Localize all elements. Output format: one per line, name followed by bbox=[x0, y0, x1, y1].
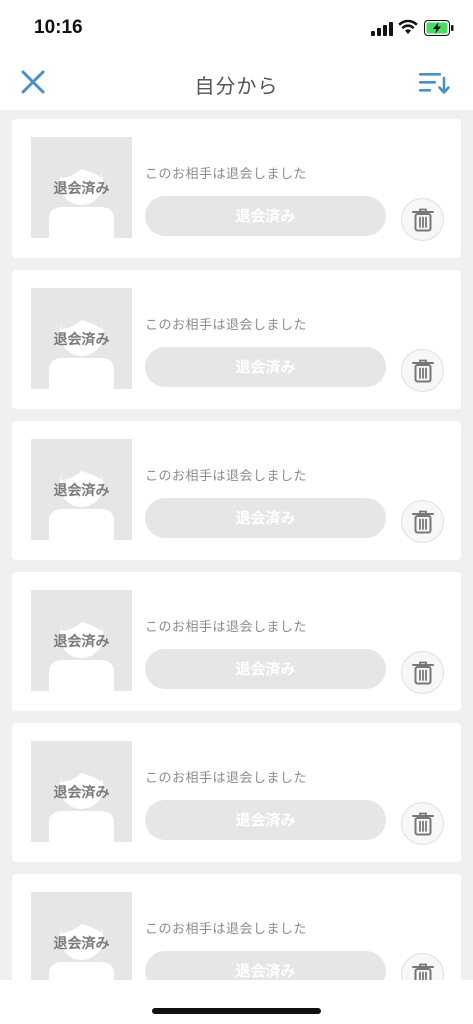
avatar: 退会済み bbox=[31, 590, 132, 691]
home-indicator-area bbox=[0, 980, 473, 1024]
list-item[interactable]: 退会済み このお相手は退会しました 退会済み bbox=[12, 572, 461, 711]
page-title: 自分から bbox=[194, 74, 279, 98]
avatar: 退会済み bbox=[31, 288, 132, 389]
delete-button[interactable] bbox=[401, 953, 444, 980]
withdrawn-button[interactable]: 退会済み bbox=[145, 196, 386, 236]
avatar: 退会済み bbox=[31, 892, 132, 980]
avatar-label: 退会済み bbox=[53, 483, 110, 499]
wifi-icon bbox=[398, 19, 418, 39]
avatar: 退会済み bbox=[31, 439, 132, 540]
partner-list[interactable]: 退会済み このお相手は退会しました 退会済み 退会済み このお相手は退会しました… bbox=[0, 110, 473, 980]
signal-bars-icon bbox=[371, 21, 393, 40]
avatar-label: 退会済み bbox=[53, 785, 110, 801]
delete-button[interactable] bbox=[401, 651, 444, 694]
avatar-label: 退会済み bbox=[53, 936, 110, 952]
withdrawn-button[interactable]: 退会済み bbox=[145, 800, 386, 840]
home-indicator[interactable] bbox=[152, 1008, 321, 1014]
withdrawn-message: このお相手は退会しました bbox=[145, 469, 308, 484]
avatar-label: 退会済み bbox=[53, 181, 110, 197]
delete-button[interactable] bbox=[401, 802, 444, 845]
withdrawn-button[interactable]: 退会済み bbox=[145, 951, 386, 980]
avatar: 退会済み bbox=[31, 741, 132, 842]
trash-icon bbox=[412, 510, 434, 534]
screen: 10:16 自分から 退会済み このお相手は退会しました 退会済み 退会済み こ… bbox=[0, 0, 473, 1024]
list-item[interactable]: 退会済み このお相手は退会しました 退会済み bbox=[12, 874, 461, 980]
delete-button[interactable] bbox=[401, 500, 444, 543]
list-item[interactable]: 退会済み このお相手は退会しました 退会済み bbox=[12, 270, 461, 409]
sort-icon bbox=[419, 73, 450, 94]
list-item[interactable]: 退会済み このお相手は退会しました 退会済み bbox=[12, 421, 461, 560]
withdrawn-message: このお相手は退会しました bbox=[145, 771, 308, 786]
withdrawn-button[interactable]: 退会済み bbox=[145, 347, 386, 387]
navigation-bar: 自分から bbox=[0, 56, 473, 110]
delete-button[interactable] bbox=[401, 349, 444, 392]
trash-icon bbox=[412, 963, 434, 980]
avatar-label: 退会済み bbox=[53, 332, 110, 348]
trash-icon bbox=[412, 661, 434, 685]
withdrawn-button[interactable]: 退会済み bbox=[145, 498, 386, 538]
withdrawn-message: このお相手は退会しました bbox=[145, 620, 308, 635]
avatar-label: 退会済み bbox=[53, 634, 110, 650]
list-item[interactable]: 退会済み このお相手は退会しました 退会済み bbox=[12, 119, 461, 258]
withdrawn-message: このお相手は退会しました bbox=[145, 318, 308, 333]
trash-icon bbox=[412, 359, 434, 383]
withdrawn-message: このお相手は退会しました bbox=[145, 922, 308, 937]
sort-button[interactable] bbox=[418, 70, 450, 96]
withdrawn-button[interactable]: 退会済み bbox=[145, 649, 386, 689]
delete-button[interactable] bbox=[401, 198, 444, 241]
battery-charging-icon bbox=[424, 20, 454, 40]
list-item[interactable]: 退会済み このお相手は退会しました 退会済み bbox=[12, 723, 461, 862]
trash-icon bbox=[412, 208, 434, 232]
status-time: 10:16 bbox=[34, 17, 83, 38]
avatar: 退会済み bbox=[31, 137, 132, 238]
trash-icon bbox=[412, 812, 434, 836]
withdrawn-message: このお相手は退会しました bbox=[145, 167, 308, 182]
status-bar: 10:16 bbox=[0, 0, 473, 56]
